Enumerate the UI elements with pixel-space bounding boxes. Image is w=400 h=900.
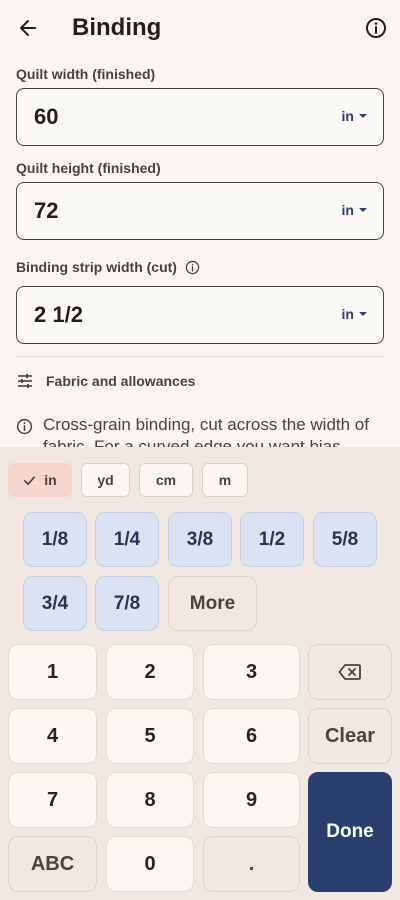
quilt-width-unit-dropdown[interactable]: in (342, 108, 367, 124)
quilt-width-value: 60 (34, 104, 59, 129)
fraction-key[interactable]: 1/4 (95, 512, 159, 567)
key-9[interactable]: 9 (203, 772, 300, 828)
info-button[interactable] (360, 12, 392, 44)
fraction-key[interactable]: 3/8 (168, 512, 232, 567)
sliders-icon (18, 374, 32, 388)
quilt-height-field[interactable]: 72 in (16, 182, 384, 240)
caret-down-icon (359, 312, 367, 316)
abc-key[interactable]: ABC (8, 836, 97, 892)
decimal-key[interactable]: . (203, 836, 300, 892)
binding-width-unit-dropdown[interactable]: in (342, 306, 367, 322)
key-6[interactable]: 6 (203, 708, 300, 764)
key-0[interactable]: 0 (106, 836, 194, 892)
numeric-keyboard: in yd cm m 1/8 1/4 3/8 1/2 5/8 3/4 7/8 M… (0, 447, 400, 900)
unit-chip-m[interactable]: m (202, 463, 248, 497)
info-icon (16, 418, 33, 435)
unit-chip-label: in (44, 472, 57, 488)
back-button[interactable] (12, 12, 44, 44)
fraction-key[interactable]: 5/8 (313, 512, 377, 567)
quilt-height-unit-dropdown[interactable]: in (342, 202, 367, 218)
page-title: Binding (72, 14, 162, 41)
unit-chip-in[interactable]: in (8, 463, 72, 497)
binding-width-label-row: Binding strip width (cut) (16, 259, 200, 275)
quilt-height-value: 72 (34, 198, 59, 223)
key-5[interactable]: 5 (106, 708, 194, 764)
quilt-height-label: Quilt height (finished) (16, 160, 161, 176)
unit-label: in (341, 202, 354, 218)
caret-down-icon (359, 208, 367, 212)
unit-label: in (341, 306, 354, 322)
fraction-key[interactable]: 1/8 (23, 512, 87, 567)
caret-down-icon (359, 114, 367, 118)
key-4[interactable]: 4 (8, 708, 97, 764)
arrow-left-icon (20, 20, 36, 36)
binding-width-value: 2 1/2 (34, 302, 83, 327)
grain-note-text: Cross-grain binding, cut across the widt… (43, 415, 369, 447)
done-button[interactable]: Done (308, 772, 392, 892)
key-8[interactable]: 8 (106, 772, 194, 828)
backspace-key[interactable] (308, 644, 392, 700)
key-2[interactable]: 2 (106, 644, 194, 700)
info-icon[interactable] (185, 260, 200, 275)
quilt-width-label: Quilt width (finished) (16, 66, 156, 82)
binding-width-label: Binding strip width (cut) (16, 259, 177, 275)
fraction-key[interactable]: 7/8 (95, 576, 159, 631)
fabric-allowances-toggle[interactable]: Fabric and allowances (16, 370, 195, 392)
fraction-key[interactable]: 3/4 (23, 576, 87, 631)
unit-chip-cm[interactable]: cm (139, 463, 193, 497)
key-7[interactable]: 7 (8, 772, 97, 828)
info-icon (366, 18, 386, 38)
fraction-key[interactable]: 1/2 (240, 512, 304, 567)
more-fractions-button[interactable]: More (168, 576, 257, 631)
binding-width-field[interactable]: 2 1/2 in (16, 286, 384, 344)
key-1[interactable]: 1 (8, 644, 97, 700)
unit-chip-yd[interactable]: yd (81, 463, 130, 497)
app-bar: Binding (0, 0, 400, 58)
backspace-icon (338, 664, 361, 680)
quilt-width-field[interactable]: 60 in (16, 88, 384, 146)
unit-label: in (341, 108, 354, 124)
fabric-allowances-label: Fabric and allowances (46, 373, 196, 389)
divider (16, 356, 384, 357)
grain-note: Cross-grain binding, cut across the widt… (16, 414, 384, 447)
key-3[interactable]: 3 (203, 644, 300, 700)
clear-key[interactable]: Clear (308, 708, 392, 764)
check-icon (24, 475, 36, 485)
